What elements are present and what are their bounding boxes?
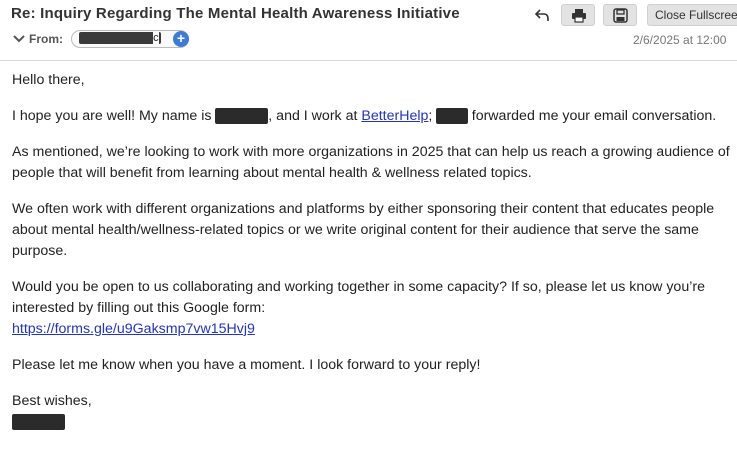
sender-name-redacted: Caroline Adam (81, 32, 154, 44)
signature-block: Best wishes, Caroline (12, 391, 737, 433)
signature-name: Caroline (12, 414, 65, 430)
print-button[interactable] (561, 4, 595, 26)
print-icon (572, 9, 586, 23)
text: , and I work at (268, 108, 362, 124)
header-divider (0, 60, 737, 61)
email-date: 2/6/2025 at 12:00 (633, 33, 727, 47)
greeting: Hello there, (12, 72, 85, 88)
from-label: From: (29, 32, 63, 46)
paragraph-intro: I hope you are well! My name is Caroline… (12, 106, 737, 127)
paragraph-3: We often work with different organizatio… (12, 201, 715, 259)
betterhelp-link[interactable]: BetterHelp (361, 108, 428, 124)
chevron-down-icon[interactable] (13, 34, 25, 44)
paragraph-2: As mentioned, we’re looking to work with… (12, 144, 730, 181)
close-fullscreen-button[interactable]: Close Fullscreen (647, 4, 737, 26)
redacted-name: Caroline (215, 108, 269, 124)
text: Would you be open to us collaborating an… (12, 279, 705, 316)
text: forwarded me your email conversation. (467, 108, 717, 124)
email-subject: Re: Inquiry Regarding The Mental Health … (11, 5, 460, 22)
save-button[interactable] (603, 4, 637, 26)
reply-icon (534, 9, 549, 21)
text: I hope you are well! My name is (12, 108, 216, 124)
sender-chip[interactable]: Caroline Adamc + (71, 30, 189, 48)
save-icon (613, 8, 628, 23)
sender-name-tail: c (153, 32, 159, 44)
paragraph-5: Please let me know when you have a momen… (12, 357, 481, 373)
plus-icon[interactable]: + (173, 31, 189, 47)
google-form-link[interactable]: https://forms.gle/u9Gaksmp7vw15Hvj9 (12, 321, 255, 337)
paragraph-4: Would you be open to us collaborating an… (12, 277, 737, 340)
sender-name: Caroline Adamc (79, 32, 161, 44)
reply-button[interactable] (533, 6, 555, 26)
email-body: Hello there, I hope you are well! My nam… (12, 70, 737, 448)
closing: Best wishes, (12, 393, 92, 409)
redacted-name: Mark (436, 108, 468, 124)
email-header: Re: Inquiry Regarding The Mental Health … (0, 0, 737, 60)
